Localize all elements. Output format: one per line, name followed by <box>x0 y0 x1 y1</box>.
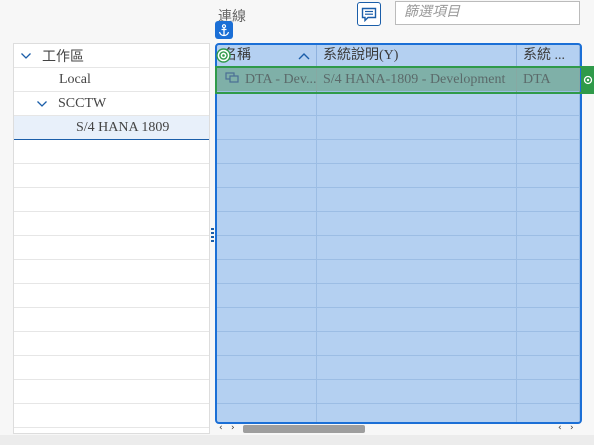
tree-item-label: SCCTW <box>58 95 107 111</box>
grid-empty-row <box>217 404 580 422</box>
tree-empty-row <box>14 236 209 260</box>
grid-empty-row <box>217 284 580 308</box>
tree-empty-row <box>14 140 209 164</box>
scroll-left-icon[interactable]: ‹ <box>219 423 223 433</box>
tree-item-label: S/4 HANA 1809 <box>76 119 170 135</box>
tree-empty-row <box>14 308 209 332</box>
comment-icon <box>361 7 377 22</box>
chevron-down-icon[interactable] <box>36 98 48 110</box>
grid-empty-row <box>217 188 580 212</box>
grid-empty-row <box>217 380 580 404</box>
selected-row-highlight <box>215 66 585 94</box>
grid-empty-row <box>217 212 580 236</box>
grid-header: 名稱 系統說明(Y) 系統 ... <box>217 45 580 68</box>
tree-empty-row <box>14 212 209 236</box>
sort-ascending-icon[interactable] <box>298 51 310 61</box>
column-header-label: 系統說明(Y) <box>323 48 399 63</box>
grid-empty-row <box>217 356 580 380</box>
anchor-icon <box>218 23 230 36</box>
grid-empty-row <box>217 140 580 164</box>
grid-empty-row <box>217 164 580 188</box>
tree-empty-row <box>14 284 209 308</box>
tree-empty-row <box>14 164 209 188</box>
connection-grid: 名稱 系統說明(Y) 系統 ... DTA - Dev... S/4 HANA-… <box>215 43 582 424</box>
scrollbar-thumb[interactable] <box>243 425 365 433</box>
scroll-left-icon[interactable]: ‹ <box>558 423 562 433</box>
target-icon <box>583 75 592 85</box>
grid-empty-row <box>217 260 580 284</box>
workspace-tree: 工作區 Local SCCTW S/4 HANA 1809 <box>13 43 210 434</box>
tree-item-scctw[interactable]: SCCTW <box>14 92 209 116</box>
anchor-button[interactable] <box>215 21 233 39</box>
chevron-down-icon[interactable] <box>20 50 32 62</box>
scroll-right-icon[interactable]: › <box>570 423 574 433</box>
filter-input[interactable] <box>396 2 594 24</box>
column-header-system[interactable]: 系統 ... <box>517 45 580 67</box>
column-header-label: 系統 ... <box>523 48 565 63</box>
tree-empty-row <box>14 356 209 380</box>
tree-item-label: 工作區 <box>42 49 84 65</box>
grid-empty-row <box>217 236 580 260</box>
grid-empty-row <box>217 332 580 356</box>
tree-empty-row <box>14 380 209 404</box>
column-header-description[interactable]: 系統說明(Y) <box>317 45 517 67</box>
drag-handle-icon <box>211 228 214 242</box>
tree-item-local[interactable]: Local <box>14 68 209 92</box>
tree-item-s4hana-1809[interactable]: S/4 HANA 1809 <box>14 116 209 140</box>
column-header-name[interactable]: 名稱 <box>217 45 317 67</box>
tree-empty-row <box>14 260 209 284</box>
bottom-bar <box>0 435 594 445</box>
grid-empty-row <box>217 92 580 116</box>
filter-input-box[interactable] <box>395 1 594 25</box>
grid-empty-row <box>217 308 580 332</box>
row-resize-handle[interactable] <box>581 66 594 94</box>
tree-item-label: Local <box>59 71 91 87</box>
comment-button[interactable] <box>357 2 381 26</box>
tree-empty-row <box>14 188 209 212</box>
tree-item-workspace[interactable]: 工作區 <box>14 44 209 68</box>
tree-empty-row <box>14 404 209 428</box>
tree-empty-row <box>14 332 209 356</box>
grid-empty-row <box>217 116 580 140</box>
scroll-right-icon[interactable]: › <box>231 423 235 433</box>
target-icon[interactable] <box>216 48 231 63</box>
